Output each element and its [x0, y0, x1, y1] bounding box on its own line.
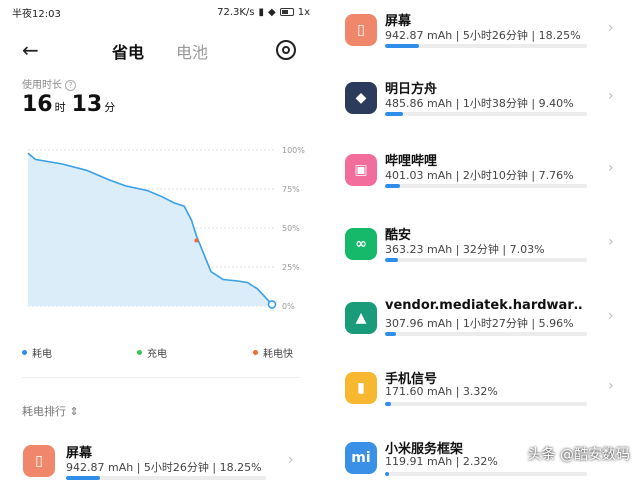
- usage-bar: [385, 472, 587, 476]
- y-tick-label: 50%: [282, 224, 300, 233]
- chevron-right-icon: ›: [608, 234, 614, 250]
- usage-minutes: 13: [71, 92, 103, 117]
- signal-icon: ▮: [345, 372, 377, 404]
- list-item-android[interactable]: ▲ vendor.mediatek.hardwar‥ 307.96 mAh | 1小…: [320, 296, 640, 356]
- chevron-right-icon: ›: [608, 88, 614, 104]
- top-nav: ← 省电 电池: [0, 38, 320, 64]
- usage-hours-unit: 时: [54, 101, 66, 114]
- usage-bar: [385, 332, 587, 336]
- chevron-right-icon: ›: [608, 378, 614, 394]
- usage-bar-fill: [385, 44, 420, 48]
- usage-bar: [385, 112, 587, 116]
- battery-icon: [279, 8, 294, 16]
- usage-bar-fill: [385, 402, 392, 406]
- usage-bar: [385, 402, 587, 406]
- list-item-screen[interactable]: ▯ 屏幕 942.87 mAh | 5小时26分钟 | 18.25% ›: [0, 438, 320, 480]
- usage-minutes-unit: 分: [104, 101, 116, 114]
- screen-icon: ▯: [23, 445, 55, 477]
- list-item-bilibili[interactable]: ▣ 哔哩哔哩 401.03 mAh | 2小时10分钟 | 7.76% ›: [320, 148, 640, 208]
- ranking-sort-toggle[interactable]: 耗电排行 ⇕: [22, 403, 79, 419]
- app-glyph: mi: [351, 450, 371, 466]
- y-tick-label: 25%: [282, 263, 300, 272]
- battery-area: [28, 153, 272, 306]
- app-stats: 485.86 mAh | 1小时38分钟 | 9.40%: [385, 97, 574, 110]
- divider: [22, 377, 300, 378]
- legend-drain-label: 耗电: [32, 349, 52, 360]
- usage-label-text: 使用时长: [22, 80, 62, 91]
- help-icon[interactable]: ?: [65, 80, 76, 91]
- chevron-right-icon: ›: [608, 308, 614, 324]
- y-tick-label: 75%: [282, 185, 300, 194]
- watermark: 头条 @酷安数码: [527, 447, 630, 463]
- consumption-ranking-panel: mi 小米服务框架 119.91 mAh | 2.32% › ▮ 手机信号 171.60 m…: [320, 0, 640, 480]
- app-glyph: ▯: [357, 22, 365, 38]
- tab-power-saving[interactable]: 省电: [112, 39, 144, 63]
- app-glyph: ▣: [354, 162, 368, 178]
- legend-fast-drain: 耗电快: [253, 345, 293, 360]
- bilibili-icon: ▣: [345, 154, 377, 186]
- arrow-left-icon[interactable]: ←: [22, 38, 39, 62]
- usage-bar: [385, 184, 587, 188]
- screen-glyph: ▯: [35, 453, 43, 469]
- app-glyph: ▮: [357, 380, 365, 396]
- status-bar: 半夜12:03 72.3K/s ▮ ◆ 1x: [12, 5, 310, 20]
- fast-drain-marker: [194, 238, 199, 243]
- app-stats: 363.23 mAh | 32分钟 | 7.03%: [385, 243, 545, 256]
- chevron-right-icon: ›: [608, 20, 614, 36]
- mi-service-icon: mi: [345, 442, 377, 474]
- app-glyph: ◆: [355, 90, 367, 106]
- screen-icon: ▯: [345, 14, 377, 46]
- status-time: 半夜12:03: [12, 8, 61, 20]
- usage-bar: [385, 44, 587, 48]
- coolapk-icon: ∞: [345, 228, 377, 260]
- legend-fast-label: 耗电快: [263, 349, 293, 360]
- battery-level-chart: 100% 75% 50% 25% 0%: [27, 146, 305, 311]
- usage-bar-fill: [385, 472, 390, 476]
- list-item-screen[interactable]: ▯ 屏幕 942.87 mAh | 5小时26分钟 | 18.25% ›: [320, 8, 640, 68]
- legend-charge: 充电: [137, 345, 167, 360]
- usage-bar-fill: [385, 184, 400, 188]
- list-item-coolapk[interactable]: ∞ 酷安 363.23 mAh | 32分钟 | 7.03% ›: [320, 222, 640, 282]
- app-stats: 171.60 mAh | 3.32%: [385, 385, 498, 398]
- app-glyph: ∞: [355, 236, 367, 252]
- usage-bar: [66, 476, 266, 480]
- legend-charge-dot: [137, 350, 142, 355]
- app-stats: 401.03 mAh | 2小时10分钟 | 7.76%: [385, 169, 574, 182]
- y-tick-label: 100%: [282, 146, 305, 155]
- app-stats: 307.96 mAh | 1小时27分钟 | 5.96%: [385, 317, 574, 330]
- legend-fast-dot: [253, 350, 258, 355]
- current-level-marker: [267, 300, 277, 309]
- signal-icon: ▮: [258, 6, 265, 18]
- legend-drain-dot: [22, 350, 27, 355]
- list-item-arknights[interactable]: ◆ 明日方舟 485.86 mAh | 1小时38分钟 | 9.40% ›: [320, 76, 640, 136]
- y-tick-label: 0%: [282, 302, 295, 311]
- chevron-right-icon: ›: [288, 452, 294, 468]
- usage-duration-label: 使用时长?: [22, 76, 76, 91]
- battery-label: 1x: [297, 6, 310, 18]
- screenshot-root: 半夜12:03 72.3K/s ▮ ◆ 1x ← 省电 电池 使用时长? 16 …: [0, 0, 640, 480]
- app-stats: 942.87 mAh | 5小时26分钟 | 18.25%: [385, 29, 581, 42]
- net-speed: 72.3K/s: [217, 6, 255, 18]
- list-item-signal[interactable]: ▮ 手机信号 171.60 mAh | 3.32% ›: [320, 366, 640, 426]
- app-stats: 942.87 mAh | 5小时26分钟 | 18.25%: [66, 461, 262, 474]
- legend-drain: 耗电: [22, 345, 52, 360]
- wifi-icon: ◆: [268, 6, 276, 18]
- tab-battery[interactable]: 电池: [176, 39, 208, 63]
- legend-charge-label: 充电: [147, 349, 167, 360]
- usage-bar-fill: [385, 332, 397, 336]
- android-icon: ▲: [345, 302, 377, 334]
- app-name: vendor.mediatek.hardwar‥: [385, 298, 583, 313]
- usage-bar-fill: [385, 258, 399, 262]
- arknights-icon: ◆: [345, 82, 377, 114]
- gear-icon[interactable]: [276, 40, 296, 60]
- chevron-right-icon: ›: [608, 160, 614, 176]
- usage-bar-fill: [66, 476, 100, 480]
- battery-overview-panel: 半夜12:03 72.3K/s ▮ ◆ 1x ← 省电 电池 使用时长? 16 …: [0, 0, 320, 480]
- usage-hours: 16: [22, 92, 53, 117]
- usage-bar-fill: [385, 112, 403, 116]
- usage-duration: 16 时 13 分: [22, 92, 121, 117]
- usage-bar: [385, 258, 587, 262]
- app-stats: 119.91 mAh | 2.32%: [385, 455, 498, 468]
- app-glyph: ▲: [355, 310, 367, 326]
